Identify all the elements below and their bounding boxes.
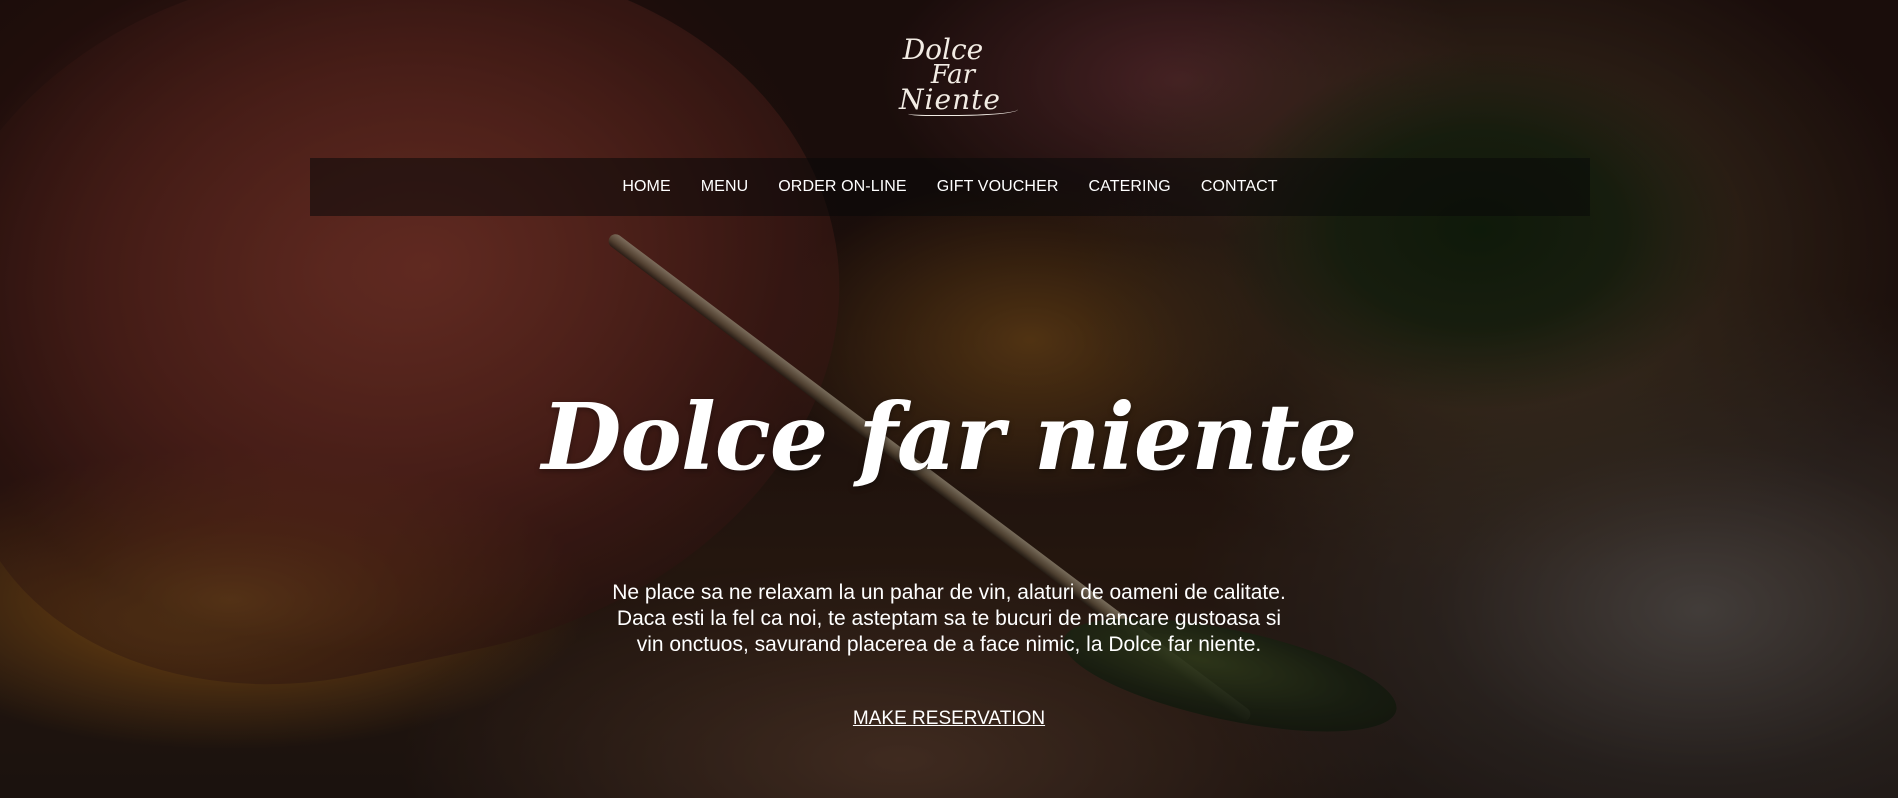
hero-description: Ne place sa ne relaxam la un pahar de vi… [612,581,1286,656]
reservation-container: MAKE RESERVATION [0,708,1898,730]
site-logo[interactable]: Dolce Far Niente [868,36,1030,124]
nav-item-order-online[interactable]: ORDER ON-LINE [778,178,906,196]
make-reservation-link[interactable]: MAKE RESERVATION [853,708,1045,729]
main-navigation: HOME MENU ORDER ON-LINE GIFT VOUCHER CAT… [310,158,1590,216]
hero-title: Dolce far niente [541,383,1358,491]
logo-flourish [908,105,1018,116]
page: Dolce Far Niente HOME MENU ORDER ON-LINE… [0,0,1898,798]
nav-item-menu[interactable]: MENU [701,178,749,196]
nav-item-contact[interactable]: CONTACT [1201,178,1278,196]
nav-item-home[interactable]: HOME [622,178,670,196]
nav-item-gift-voucher[interactable]: GIFT VOUCHER [937,178,1059,196]
nav-item-catering[interactable]: CATERING [1089,178,1171,196]
